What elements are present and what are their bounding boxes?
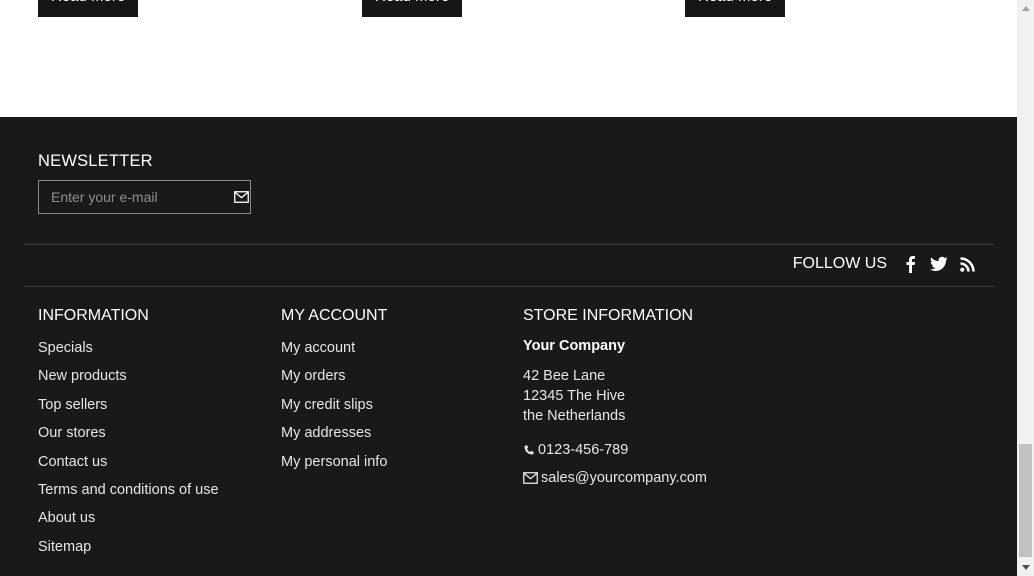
- store-address-line: 42 Bee Lane: [523, 368, 606, 384]
- store-address: 42 Bee Lane 12345 The Hive the Netherlan…: [523, 366, 707, 426]
- store-address-line: 12345 The Hive: [523, 388, 626, 404]
- my-account-title: MY ACCOUNT: [281, 307, 388, 324]
- store-information-column: STORE INFORMATION Your Company 42 Bee La…: [523, 307, 707, 492]
- store-information-title: STORE INFORMATION: [523, 307, 694, 324]
- read-more-button[interactable]: Read More: [362, 0, 463, 17]
- scroll-down-arrow-icon[interactable]: [1017, 559, 1034, 576]
- store-phone-number: 0123-456-789: [538, 442, 629, 458]
- store-email[interactable]: sales@yourcompany.com: [523, 464, 707, 492]
- newsletter-email-input[interactable]: [39, 181, 232, 213]
- scrollbar-thumb[interactable]: [1019, 444, 1032, 557]
- footer-link-our-stores[interactable]: Our stores: [38, 423, 219, 451]
- footer-link-my-credit-slips[interactable]: My credit slips: [281, 395, 387, 423]
- newsletter-submit-button[interactable]: [232, 181, 250, 213]
- footer-divider: [24, 244, 994, 245]
- my-account-column: MY ACCOUNT My account My orders My credi…: [281, 307, 387, 480]
- newsletter-title: NEWSLETTER: [38, 152, 153, 170]
- read-more-label: Read More: [375, 0, 449, 9]
- rss-icon[interactable]: [959, 255, 977, 273]
- footer-link-specials[interactable]: Specials: [38, 338, 219, 366]
- footer-link-about-us[interactable]: About us: [38, 508, 219, 536]
- follow-us-label: FOLLOW US: [792, 255, 887, 272]
- twitter-icon[interactable]: [930, 255, 948, 273]
- newsletter-form: [38, 180, 251, 214]
- facebook-icon[interactable]: [901, 255, 919, 273]
- read-more-label: Read More: [698, 0, 772, 9]
- footer-link-new-products[interactable]: New products: [38, 366, 219, 394]
- scroll-up-arrow-icon[interactable]: [1017, 0, 1034, 17]
- store-email-address[interactable]: sales@yourcompany.com: [541, 468, 707, 488]
- footer-link-my-account[interactable]: My account: [281, 338, 387, 366]
- content-section: Read More Read More Read More: [0, 0, 1017, 117]
- footer-link-my-orders[interactable]: My orders: [281, 366, 387, 394]
- store-address-line: the Netherlands: [523, 408, 626, 424]
- store-phone: 0123-456-789: [523, 436, 707, 464]
- follow-us: FOLLOW US: [793, 255, 977, 273]
- footer-link-my-addresses[interactable]: My addresses: [281, 423, 387, 451]
- vertical-scrollbar[interactable]: [1017, 0, 1034, 576]
- read-more-button[interactable]: Read More: [685, 0, 786, 17]
- footer-link-sitemap[interactable]: Sitemap: [38, 537, 219, 565]
- footer-divider: [24, 286, 994, 287]
- read-more-label: Read More: [51, 0, 125, 9]
- footer-link-top-sellers[interactable]: Top sellers: [38, 395, 219, 423]
- store-company-name: Your Company: [523, 338, 626, 354]
- envelope-icon: [233, 191, 249, 203]
- information-title: INFORMATION: [38, 307, 149, 324]
- envelope-icon: [523, 472, 538, 484]
- footer-link-contact-us[interactable]: Contact us: [38, 452, 219, 480]
- page: Read More Read More Read More NEWSLETTER…: [0, 0, 1017, 576]
- information-column: INFORMATION Specials New products Top se…: [38, 307, 219, 565]
- footer: NEWSLETTER FOLLOW US: [0, 117, 1017, 576]
- footer-link-terms[interactable]: Terms and conditions of use: [38, 480, 219, 508]
- read-more-button[interactable]: Read More: [38, 0, 139, 17]
- phone-icon: [524, 445, 534, 455]
- footer-link-my-personal-info[interactable]: My personal info: [281, 452, 387, 480]
